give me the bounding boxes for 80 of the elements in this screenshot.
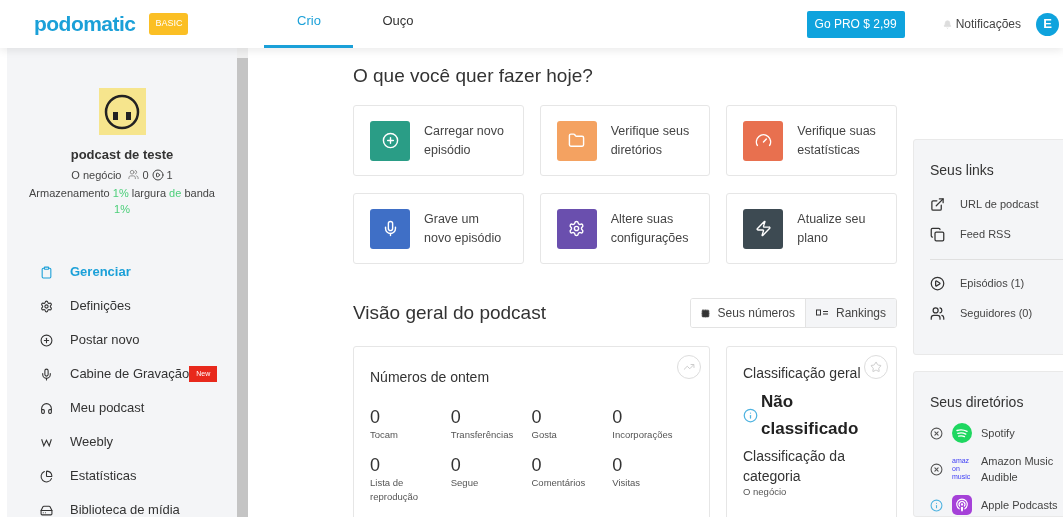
stat-value: 0 <box>450 406 462 428</box>
page-heading: O que você quer fazer hoje? <box>353 64 594 86</box>
podcast-title: podcast de teste <box>70 146 174 164</box>
plan-badge: BASIC <box>149 13 189 35</box>
directory-item[interactable]: Apple Podcasts <box>930 495 1063 515</box>
microphone-icon <box>40 367 53 381</box>
users-icon <box>128 169 140 181</box>
drive-icon <box>40 503 53 517</box>
stat-label: Tocam <box>370 428 399 442</box>
panel-link[interactable]: Feed RSS <box>930 219 1063 249</box>
sidebar-item[interactable]: Weebly <box>7 425 237 459</box>
stat-value: 0 <box>612 454 624 476</box>
usage-text: Armazenamento 1% largura de banda 1% <box>28 186 216 217</box>
action-card[interactable]: Carregar novo episódio <box>353 105 524 176</box>
episode-count: 1 <box>166 167 173 183</box>
directory-name: Spotify <box>981 426 1015 441</box>
plus-circle-icon <box>381 132 399 149</box>
stat-label: Gosta <box>531 428 558 442</box>
grid-icon <box>700 308 710 318</box>
plus-circle-icon <box>40 333 53 347</box>
clipboard-icon <box>40 265 53 279</box>
users-icon <box>930 305 945 321</box>
stat-value: 0 <box>531 454 543 476</box>
stat-label: Transferências <box>450 428 515 442</box>
stat-label: Incorporações <box>612 428 674 442</box>
panel-link[interactable]: Seguidores (0) <box>930 298 1063 328</box>
stat-value: 0 <box>612 406 624 428</box>
action-card[interactable]: Verifique suas estatísticas <box>726 105 897 176</box>
stat-label: Comentários <box>531 476 587 490</box>
sidebar-item[interactable]: Biblioteca de mídia <box>7 493 237 517</box>
action-card[interactable]: Altere suas configurações <box>539 193 711 264</box>
card-title: Números de ontem <box>370 368 491 387</box>
action-card[interactable]: Grave um novo episódio <box>353 193 524 264</box>
stat-value: 0 <box>370 454 381 476</box>
podcast-cover-image <box>98 88 146 135</box>
gauge-icon <box>754 132 772 149</box>
spotify-logo-icon <box>952 423 972 443</box>
sidebar-item[interactable]: Estatísticas <box>7 459 237 493</box>
stat-label: Segue <box>450 476 480 490</box>
notifications-button[interactable]: Notificações <box>942 15 1021 33</box>
sidebar-item[interactable]: Meu podcast <box>7 391 237 425</box>
pie-chart-icon <box>40 469 53 483</box>
panel-title: Seus links <box>930 161 995 180</box>
directory-name: Apple Podcasts <box>981 498 1058 513</box>
directory-name: Amazon Music <box>981 454 1054 469</box>
follower-count: 0 <box>142 167 149 183</box>
list-icon <box>815 309 828 317</box>
panel-link[interactable]: URL de podcast <box>930 189 1063 219</box>
stat-value: 0 <box>370 406 381 428</box>
section-heading: Visão geral do podcast <box>353 300 546 325</box>
bell-icon <box>942 19 952 29</box>
ranking-status: Não classificado <box>761 391 860 440</box>
category-name: O negócio <box>743 486 788 498</box>
sidebar-item[interactable]: Definições <box>7 289 237 323</box>
directory-item[interactable]: Spotify <box>930 423 1063 443</box>
headphones-icon <box>40 401 53 415</box>
action-card[interactable]: Atualize seu plano <box>726 193 897 264</box>
stat-label: Visitas <box>612 476 642 490</box>
copy-icon <box>930 226 945 242</box>
directory-name: Audible <box>981 470 1019 485</box>
stat-value: 0 <box>531 406 543 428</box>
sidebar-item[interactable]: Postar novo <box>7 323 237 357</box>
external-link-icon <box>930 196 945 212</box>
nav-tab[interactable]: Ouço <box>353 0 443 48</box>
play-circle-icon <box>930 275 945 291</box>
panel-link[interactable]: Episódios (1) <box>930 268 1063 298</box>
lightning-icon <box>754 220 772 237</box>
gear-icon <box>40 299 53 313</box>
card-title: Classificação geral <box>743 364 861 383</box>
action-card[interactable]: Verifique seus diretórios <box>539 105 711 176</box>
podcast-category: O negócio <box>71 167 122 183</box>
gear-icon <box>568 220 586 237</box>
panel-title: Seus diretórios <box>930 393 1025 412</box>
stat-label: Lista de reprodução <box>370 476 420 504</box>
category-ranking-title: Classificação da categoria <box>743 447 846 486</box>
folder-icon <box>568 132 586 149</box>
stat-value: 0 <box>450 454 462 476</box>
play-circle-icon <box>151 168 164 181</box>
toggle-option[interactable]: Rankings <box>804 299 896 327</box>
info-icon <box>743 407 758 423</box>
